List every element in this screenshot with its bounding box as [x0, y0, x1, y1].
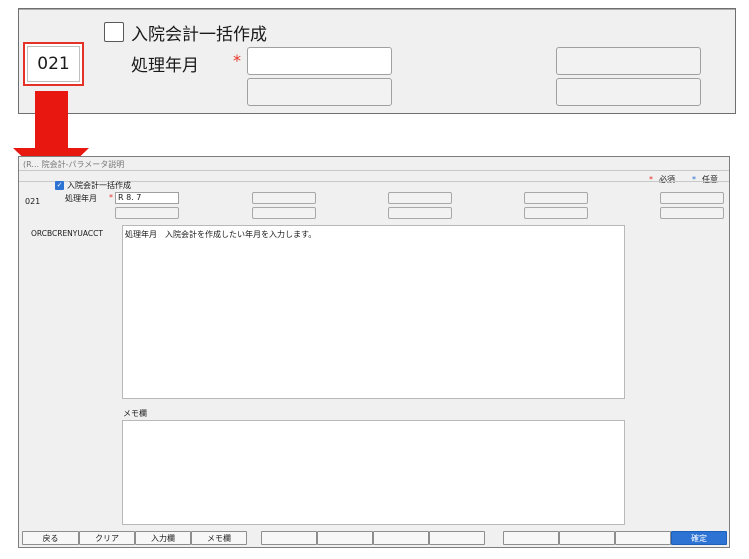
- processing-month-input-2[interactable]: [115, 207, 179, 219]
- legend-optional-label: 任意: [702, 175, 718, 184]
- zoom-processing-month-input[interactable]: [247, 47, 392, 75]
- field-col2-row2[interactable]: [252, 207, 316, 219]
- zoom-top-line: [19, 9, 735, 10]
- back-button[interactable]: 戻る: [22, 531, 79, 545]
- zoom-parameter-code-highlight: 021: [23, 42, 84, 86]
- zoom-field-label: 処理年月: [131, 56, 199, 76]
- processing-month-input[interactable]: R 8. 7: [115, 192, 179, 204]
- zoom-secondary-input[interactable]: [247, 78, 392, 106]
- batch-checkbox[interactable]: ✓: [55, 181, 64, 190]
- parameter-name: ORCBCRENYUACCT: [31, 229, 103, 238]
- function-button-7[interactable]: [373, 531, 429, 545]
- zoom-required-mark: *: [233, 51, 241, 70]
- memo-textarea[interactable]: [122, 420, 625, 525]
- zoom-callout-panel: 入院会計一括作成 021 処理年月 *: [18, 8, 736, 114]
- optional-mark-icon: *: [692, 175, 696, 184]
- field-col4-row2[interactable]: [524, 207, 588, 219]
- confirm-button[interactable]: 確定: [671, 531, 727, 545]
- zoom-empty-field-2[interactable]: [556, 78, 701, 106]
- field-col5-row2[interactable]: [660, 207, 724, 219]
- legend-optional: * 任意: [692, 174, 718, 185]
- required-mark-icon: *: [649, 175, 653, 184]
- zoom-batch-checkbox-label: 入院会計一括作成: [131, 25, 267, 45]
- function-button-10[interactable]: [559, 531, 615, 545]
- function-button-5[interactable]: [261, 531, 317, 545]
- title-divider: [19, 170, 729, 171]
- arrow-down-icon: [35, 91, 68, 151]
- input-field-button[interactable]: 入力欄: [135, 531, 191, 545]
- field-col3-row2[interactable]: [388, 207, 452, 219]
- clear-button[interactable]: クリア: [79, 531, 135, 545]
- field-col4-row1[interactable]: [524, 192, 588, 204]
- field-col5-row1[interactable]: [660, 192, 724, 204]
- function-button-11[interactable]: [615, 531, 671, 545]
- zoom-batch-checkbox[interactable]: [104, 22, 124, 42]
- memo-label: メモ欄: [123, 409, 147, 418]
- legend-required-label: 必須: [659, 175, 675, 184]
- legend-required: * 必須: [649, 174, 675, 185]
- zoom-empty-field-1[interactable]: [556, 47, 701, 75]
- zoom-parameter-code: 021: [27, 46, 80, 82]
- function-button-8[interactable]: [429, 531, 485, 545]
- parameter-code: 021: [25, 197, 41, 206]
- function-button-6[interactable]: [317, 531, 373, 545]
- memo-field-button[interactable]: メモ欄: [191, 531, 247, 545]
- parameter-description-window: (R... 院会計-パラメータ説明 * 必須 * 任意 ✓ 入院会計一括作成 021…: [18, 156, 730, 548]
- field-col3-row1[interactable]: [388, 192, 452, 204]
- field-col2-row1[interactable]: [252, 192, 316, 204]
- batch-checkbox-label: 入院会計一括作成: [67, 181, 131, 190]
- processing-month-label: 処理年月: [65, 194, 97, 203]
- description-textarea[interactable]: 処理年月 入院会計を作成したい年月を入力します。: [122, 225, 625, 399]
- function-button-9[interactable]: [503, 531, 559, 545]
- window-title: (R... 院会計-パラメータ説明: [23, 160, 125, 169]
- required-mark: *: [109, 193, 113, 202]
